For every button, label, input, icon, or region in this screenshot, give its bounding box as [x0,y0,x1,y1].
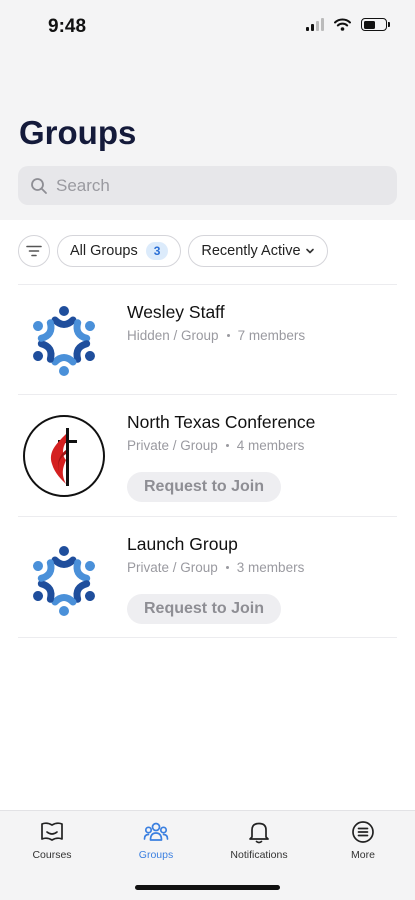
group-name: Wesley Staff [127,302,225,322]
tab-label: Courses [32,849,72,861]
tab-courses[interactable]: Courses [7,819,97,861]
cellular-signal-icon [306,18,324,31]
more-icon [352,821,374,843]
chevron-down-icon [305,248,314,254]
request-to-join-button[interactable]: Request to Join [127,472,282,502]
filter-icon [26,245,42,257]
tab-label: Notifications [230,849,288,861]
group-name: North Texas Conference [127,412,316,432]
group-meta: Hidden / Group 7 members [127,328,305,343]
page-title: Groups [19,114,137,151]
group-list: Wesley Staff Hidden / Group 7 members No… [18,284,397,638]
tab-groups[interactable]: Groups [111,819,201,861]
search-bar[interactable] [18,166,397,205]
courses-icon [41,822,63,841]
cross-and-flame-logo-icon [23,415,105,497]
filter-row: All Groups 3 Recently Active [18,235,328,267]
tab-label: More [351,849,375,861]
status-icons [306,18,390,31]
group-visibility: Hidden / Group [127,328,219,343]
group-row-launch-group[interactable]: Launch Group Private / Group 3 members R… [18,516,397,638]
group-member-count: 7 members [237,328,306,343]
status-time: 9:48 [48,16,87,37]
group-meta: Private / Group 3 members [127,560,304,575]
group-name: Launch Group [127,534,238,554]
separator-dot [225,566,229,569]
all-groups-count-badge: 3 [145,242,169,260]
group-row-north-texas-conference[interactable]: North Texas Conference Private / Group 4… [18,394,397,516]
separator-dot [226,334,230,337]
group-member-count: 3 members [236,560,305,575]
tab-label: Groups [138,849,174,861]
wifi-icon [334,18,351,31]
sort-dropdown[interactable]: Recently Active [188,235,328,267]
group-row-wesley-staff[interactable]: Wesley Staff Hidden / Group 7 members [18,284,397,394]
group-member-count: 4 members [236,438,305,453]
all-groups-label: All Groups [70,243,138,259]
request-to-join-button[interactable]: Request to Join [127,594,282,624]
battery-icon [361,18,390,31]
search-input[interactable] [56,175,376,196]
tab-notifications[interactable]: Notifications [214,819,304,861]
separator-dot [225,444,229,447]
tab-more[interactable]: More [318,819,408,861]
sort-label: Recently Active [201,243,301,259]
group-visibility: Private / Group [127,438,218,453]
group-meta: Private / Group 4 members [127,438,304,453]
all-groups-chip[interactable]: All Groups 3 [57,235,182,267]
people-circle-logo-icon [33,306,95,376]
search-icon [31,177,47,194]
filter-button[interactable] [18,235,50,267]
group-visibility: Private / Group [127,560,218,575]
people-circle-logo-icon [33,546,95,616]
groups-icon [143,822,169,841]
home-indicator [135,885,280,890]
status-bar: 9:48 [0,0,415,56]
bell-icon [249,822,269,844]
